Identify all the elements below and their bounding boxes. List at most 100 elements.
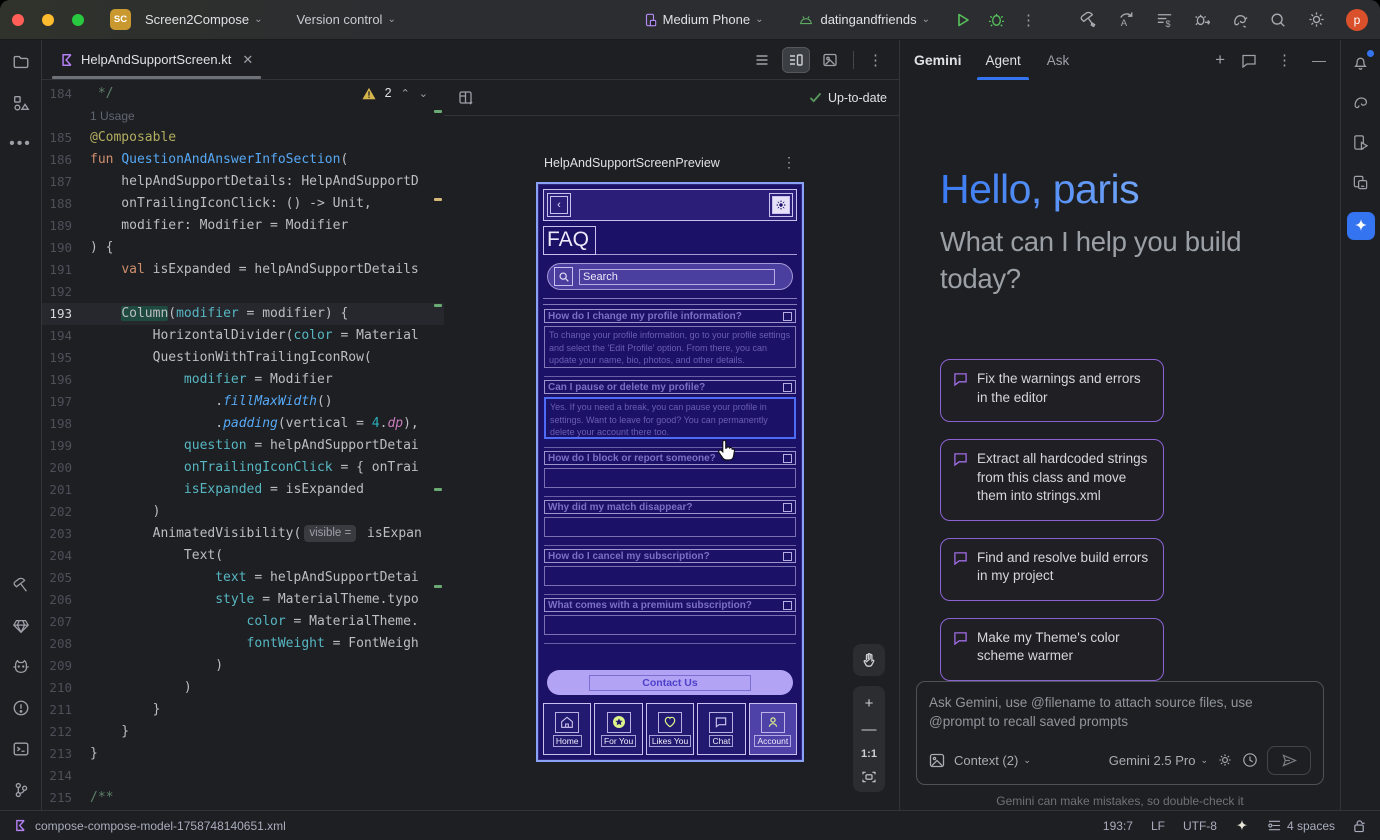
zoom-in-button[interactable]: +: [865, 696, 874, 711]
hide-panel-icon[interactable]: —: [1312, 52, 1326, 68]
code-area[interactable]: 184 */1 Usage185@Composable186fun Questi…: [42, 80, 444, 810]
search-everywhere-icon[interactable]: [1264, 6, 1292, 34]
user-avatar[interactable]: p: [1346, 9, 1368, 31]
compose-preview-phone[interactable]: ‹ FAQ: [536, 182, 804, 762]
code-line[interactable]: 208 fontWeight = FontWeigh: [42, 633, 444, 655]
code-line[interactable]: 192: [42, 281, 444, 303]
editor-mode-split-icon[interactable]: [783, 48, 809, 72]
editor-options-icon[interactable]: ⋮: [864, 51, 887, 69]
code-line[interactable]: 214: [42, 765, 444, 787]
code-line[interactable]: 193 Column(modifier = modifier) {: [42, 303, 444, 325]
faq-question[interactable]: How do I block or report someone?: [544, 451, 796, 465]
line-separator[interactable]: LF: [1151, 819, 1165, 833]
attach-debugger-icon[interactable]: [1188, 6, 1216, 34]
tab-helpandsupportscreen[interactable]: HelpAndSupportScreen.kt ✕: [50, 40, 263, 79]
project-selector[interactable]: Screen2Compose⌄: [139, 8, 268, 31]
build-icon[interactable]: [1074, 6, 1102, 34]
suggestion-resolve-build-errors[interactable]: Find and resolve build errors in my proj…: [940, 538, 1164, 601]
context-selector[interactable]: Context (2)⌄: [954, 753, 1031, 768]
model-selector[interactable]: Gemini 2.5 Pro⌄: [1109, 753, 1208, 768]
code-line[interactable]: 206 style = MaterialTheme.typo: [42, 589, 444, 611]
code-line[interactable]: 211 }: [42, 699, 444, 721]
close-window-button[interactable]: [12, 14, 24, 26]
pan-tool-button[interactable]: [853, 644, 885, 676]
file-lock-icon[interactable]: [1353, 819, 1366, 833]
indent-setting[interactable]: 4 spaces: [1267, 819, 1335, 833]
code-line[interactable]: 200 onTrailingIconClick = { onTrai: [42, 457, 444, 479]
wire-search-bar[interactable]: Search: [547, 263, 793, 290]
status-file-name[interactable]: compose-compose-model-1758748140651.xml: [35, 819, 286, 833]
device-manager-icon[interactable]: [1351, 172, 1371, 192]
caret-position[interactable]: 193:7: [1103, 819, 1133, 833]
suggestion-fix-warnings[interactable]: Fix the warnings and errors in the edito…: [940, 359, 1164, 422]
run-configuration-selector[interactable]: datingandfriends⌄: [791, 8, 936, 32]
preview-canvas[interactable]: HelpAndSupportScreenPreview ⋮ ‹: [444, 116, 899, 810]
code-line[interactable]: 201 isExpanded = isExpanded: [42, 479, 444, 501]
faq-question[interactable]: Can I pause or delete my profile?: [544, 380, 796, 394]
notifications-icon[interactable]: [1351, 52, 1371, 72]
version-control-tool-icon[interactable]: [11, 780, 31, 800]
editor-mode-design-icon[interactable]: [817, 48, 843, 72]
code-line[interactable]: 215/**: [42, 787, 444, 809]
preview-name-label[interactable]: HelpAndSupportScreenPreview: [544, 156, 720, 170]
preview-menu-icon[interactable]: ⋮: [782, 154, 796, 171]
code-line[interactable]: 198 .padding(vertical = 4.dp),: [42, 413, 444, 435]
sync-translate-icon[interactable]: A: [1112, 6, 1140, 34]
file-encoding[interactable]: UTF-8: [1183, 819, 1217, 833]
nav-item-account[interactable]: Account: [749, 703, 797, 755]
minimize-window-button[interactable]: [42, 14, 54, 26]
code-line[interactable]: 212 }: [42, 721, 444, 743]
suggestion-theme-warmer[interactable]: Make my Theme's color scheme warmer: [940, 618, 1164, 681]
settings-icon[interactable]: [1302, 6, 1330, 34]
tab-agent[interactable]: Agent: [983, 40, 1022, 80]
code-line[interactable]: 202 ): [42, 501, 444, 523]
faq-question[interactable]: What comes with a premium subscription?: [544, 598, 796, 612]
more-tool-windows-icon[interactable]: •••: [11, 134, 31, 154]
run-button[interactable]: [954, 11, 972, 29]
gradle-sync-icon[interactable]: [1226, 6, 1254, 34]
prev-warning-icon[interactable]: ⌃: [401, 87, 410, 100]
preview-layout-icon[interactable]: [456, 88, 476, 108]
code-line[interactable]: 189 modifier: Modifier = Modifier: [42, 215, 444, 237]
faq-question[interactable]: How do I cancel my subscription?: [544, 549, 796, 563]
wire-contact-us-button[interactable]: Contact Us: [547, 670, 793, 695]
gemini-options-icon[interactable]: ⋮: [1273, 51, 1296, 69]
nav-item-for-you[interactable]: For You: [594, 703, 642, 755]
zoom-to-fit-button[interactable]: [862, 771, 876, 783]
gemini-tool-icon[interactable]: [1347, 212, 1375, 240]
code-line[interactable]: 205 text = helpAndSupportDetai: [42, 567, 444, 589]
profiler-icon[interactable]: $: [1150, 6, 1178, 34]
code-line[interactable]: 213}: [42, 743, 444, 765]
wire-settings-button[interactable]: [769, 193, 793, 217]
code-line[interactable]: 196 modifier = Modifier: [42, 369, 444, 391]
code-line[interactable]: 204 Text(: [42, 545, 444, 567]
new-chat-icon[interactable]: +: [1215, 50, 1225, 70]
vcs-selector[interactable]: Version control⌄: [290, 8, 401, 31]
nav-item-chat[interactable]: Chat: [697, 703, 745, 755]
code-line[interactable]: 197 .fillMaxWidth(): [42, 391, 444, 413]
problems-tool-icon[interactable]: [11, 698, 31, 718]
next-warning-icon[interactable]: ⌄: [419, 87, 428, 100]
build-tool-icon[interactable]: [11, 575, 31, 595]
editor-mode-code-icon[interactable]: [749, 48, 775, 72]
gemini-status-icon[interactable]: [1235, 819, 1249, 833]
tab-ask[interactable]: Ask: [1045, 40, 1072, 80]
nav-item-likes-you[interactable]: Likes You: [646, 703, 694, 755]
gemini-settings-icon[interactable]: [1217, 752, 1233, 768]
prompt-history-icon[interactable]: [1242, 752, 1258, 768]
code-line[interactable]: 186fun QuestionAndAnswerInfoSection(: [42, 149, 444, 171]
running-devices-icon[interactable]: [1351, 132, 1371, 152]
logcat-icon[interactable]: [11, 657, 31, 677]
code-line[interactable]: 191 val isExpanded = helpAndSupportDetai…: [42, 259, 444, 281]
code-line[interactable]: 1 Usage: [42, 105, 444, 127]
more-run-options-icon[interactable]: ⋮: [1017, 11, 1040, 29]
nav-item-home[interactable]: Home: [543, 703, 591, 755]
suggestion-extract-strings[interactable]: Extract all hardcoded strings from this …: [940, 439, 1164, 521]
send-button[interactable]: [1267, 746, 1311, 775]
close-tab-icon[interactable]: ✕: [242, 52, 253, 68]
project-tool-icon[interactable]: [11, 52, 31, 72]
code-line[interactable]: 194 HorizontalDivider(color = Material: [42, 325, 444, 347]
resource-manager-icon[interactable]: [11, 93, 31, 113]
code-line[interactable]: 209 ): [42, 655, 444, 677]
terminal-tool-icon[interactable]: [11, 739, 31, 759]
